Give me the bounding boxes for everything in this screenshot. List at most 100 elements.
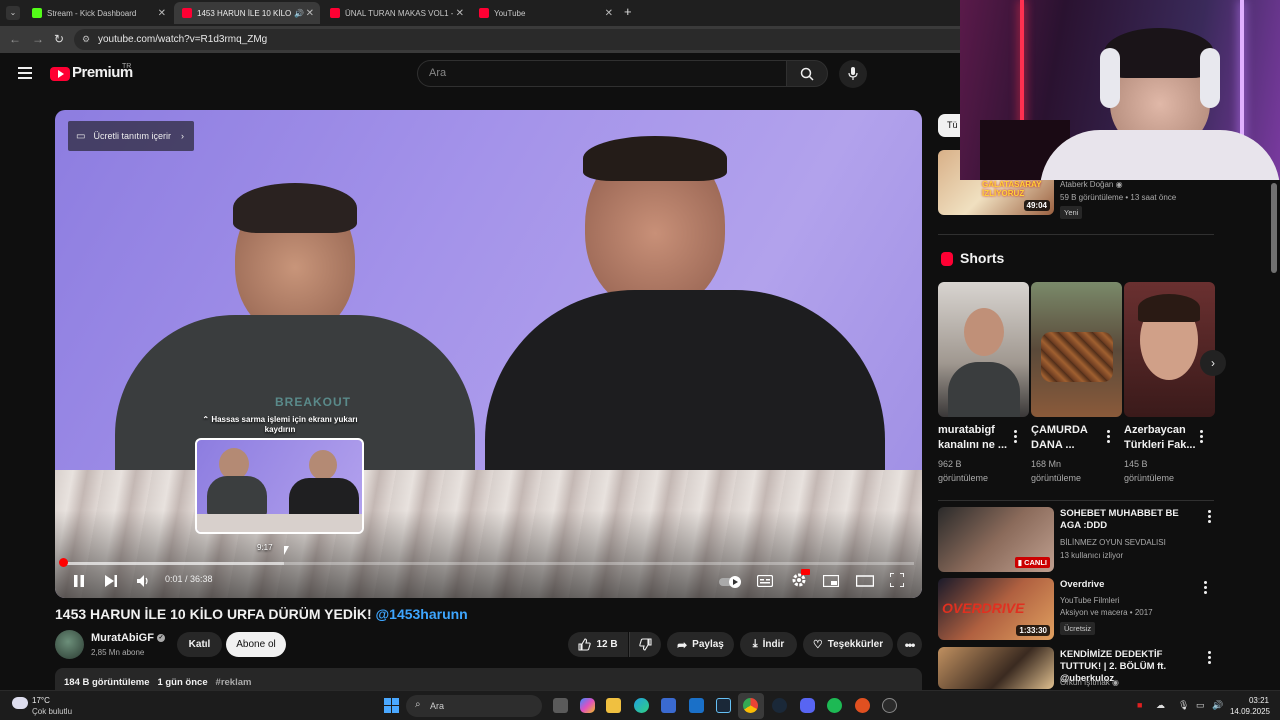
like-button[interactable]: 12 B: [568, 632, 628, 657]
hashtag-link[interactable]: #reklam: [216, 677, 252, 688]
store-icon[interactable]: [661, 698, 676, 713]
youtube-logo-icon[interactable]: [50, 67, 70, 81]
video-thumbnail[interactable]: ▮ CANLI: [938, 507, 1054, 572]
more-actions-button[interactable]: •••: [897, 632, 922, 657]
clock-date[interactable]: 14.09.2025: [1226, 707, 1270, 716]
new-tab-button[interactable]: +: [624, 4, 632, 19]
more-vertical-icon[interactable]: [1200, 430, 1203, 445]
next-button[interactable]: [105, 574, 117, 592]
steam-icon[interactable]: [716, 698, 731, 713]
tab-kick-dashboard[interactable]: Stream - Kick Dashboard ✕: [24, 2, 172, 24]
short-thumbnail[interactable]: [1031, 282, 1122, 417]
tab-unal-turan[interactable]: ÜNAL TURAN MAKAS VOL1 - Y ✕: [322, 2, 470, 24]
autoplay-toggle[interactable]: [719, 575, 743, 593]
discord-icon[interactable]: [800, 698, 815, 713]
video-channel[interactable]: BİLİNMEZ OYUN SEVDALISI: [1060, 537, 1166, 549]
video-title[interactable]: Overdrive: [1060, 579, 1104, 591]
tab-youtube[interactable]: YouTube ✕: [471, 2, 619, 24]
short-thumbnail[interactable]: [938, 282, 1029, 417]
tab-label: ÜNAL TURAN MAKAS VOL1 - Y: [345, 8, 453, 18]
weather-description[interactable]: Çok bulutlu: [32, 707, 72, 716]
video-meta: 13 kullanıcı izliyor: [1060, 551, 1124, 560]
site-info-icon[interactable]: ⚙: [82, 29, 90, 50]
top-video-channel[interactable]: Ataberk Doğan ◉: [1060, 179, 1123, 191]
video-player[interactable]: BREAKOUT ▭ Ücretli tanıtım içerir › ⌃ Ha…: [55, 110, 922, 598]
task-view-icon[interactable]: [553, 698, 568, 713]
network-icon[interactable]: ▭: [1196, 700, 1205, 711]
close-tab-icon[interactable]: ✕: [158, 8, 166, 19]
spotify-icon[interactable]: [827, 698, 842, 713]
weather-temperature[interactable]: 17°C: [32, 696, 50, 705]
tray-app-icon[interactable]: ☁: [1156, 700, 1165, 711]
chrome-taskbar-button[interactable]: [738, 693, 764, 719]
tab-label: 1453 HARUN İLE 10 KİLO U: [197, 8, 292, 18]
fullscreen-button[interactable]: [889, 572, 905, 592]
app-icon[interactable]: [882, 698, 897, 713]
back-arrow-icon[interactable]: ←: [9, 32, 21, 46]
tab-search-button[interactable]: ⌄: [6, 6, 20, 20]
close-tab-icon[interactable]: ✕: [605, 8, 613, 19]
video-thumbnail[interactable]: OVERDRIVE 1:33:30: [938, 578, 1054, 640]
search-input[interactable]: Ara: [417, 60, 787, 87]
search-button[interactable]: [786, 60, 828, 87]
volume-icon[interactable]: 🔊: [1212, 700, 1223, 711]
video-channel[interactable]: Orkun Işıtmak ◉: [1060, 677, 1119, 689]
subscribe-button[interactable]: Abone ol: [226, 632, 286, 657]
settings-button[interactable]: [791, 569, 810, 593]
short-thumbnail[interactable]: [1124, 282, 1215, 417]
download-icon: ⤓: [752, 638, 758, 650]
paid-promotion-button[interactable]: ▭ Ücretli tanıtım içerir ›: [68, 121, 194, 151]
more-vertical-icon[interactable]: [1204, 581, 1207, 596]
miniplayer-button[interactable]: [822, 574, 840, 592]
close-tab-icon[interactable]: ✕: [306, 8, 314, 19]
page-scrollbar[interactable]: [1271, 183, 1277, 273]
app-icon[interactable]: [855, 698, 870, 713]
more-vertical-icon[interactable]: [1014, 430, 1017, 445]
file-explorer-icon[interactable]: [606, 698, 621, 713]
theater-mode-button[interactable]: [855, 574, 875, 592]
video-channel[interactable]: YouTube Filmleri: [1060, 595, 1119, 607]
copilot-icon[interactable]: [580, 698, 595, 713]
shorts-next-button[interactable]: ›: [1200, 350, 1226, 376]
more-vertical-icon[interactable]: [1208, 510, 1211, 525]
video-title[interactable]: SOHEBET MUHABBET BE AGA :DDD: [1060, 508, 1198, 532]
microphone-icon[interactable]: 🎙: [1178, 700, 1189, 711]
channel-avatar[interactable]: [55, 630, 84, 659]
share-button[interactable]: ➦ Paylaş: [667, 632, 734, 657]
tab-current-video[interactable]: 1453 HARUN İLE 10 KİLO U 🔊 ✕: [174, 2, 320, 24]
volume-button[interactable]: [137, 574, 149, 592]
like-count: 12 B: [596, 639, 618, 650]
short-title[interactable]: muratabigf kanalını ne ...: [938, 423, 1010, 453]
hd-badge-icon: [801, 569, 810, 575]
windows-start-icon[interactable]: [384, 698, 399, 713]
progress-bar[interactable]: [63, 562, 914, 565]
reload-icon[interactable]: ↻: [54, 32, 64, 46]
tray-app-icon[interactable]: ■: [1137, 700, 1142, 710]
subtitles-button[interactable]: [756, 574, 774, 592]
forward-arrow-icon[interactable]: →: [32, 32, 44, 46]
thanks-button[interactable]: ♡ Teşekkürler: [803, 632, 893, 657]
menu-icon[interactable]: [18, 67, 32, 79]
download-button[interactable]: ⤓ İndir: [740, 632, 797, 657]
dislike-button[interactable]: [629, 632, 661, 657]
close-tab-icon[interactable]: ✕: [456, 8, 464, 19]
steam-icon[interactable]: [772, 698, 787, 713]
taskbar-search[interactable]: ⌕ Ara: [406, 695, 542, 717]
video-thumbnail[interactable]: [938, 647, 1054, 689]
pause-button[interactable]: [73, 574, 85, 592]
join-button[interactable]: Katıl: [177, 632, 222, 657]
weather-icon[interactable]: [12, 697, 28, 709]
url-field[interactable]: ⚙ youtube.com/watch?v=R1d3rmq_ZMg: [74, 29, 974, 50]
kick-favicon-icon: [32, 8, 42, 18]
speaker-icon: 🔊: [294, 8, 304, 18]
channel-name[interactable]: MuratAbiGF ✓: [91, 632, 166, 644]
more-vertical-icon[interactable]: [1208, 651, 1211, 666]
edge-icon[interactable]: [634, 698, 649, 713]
short-title[interactable]: ÇAMURDA DANA ...: [1031, 423, 1103, 453]
voice-search-button[interactable]: [839, 60, 867, 88]
title-mention-link[interactable]: @1453harunn: [376, 606, 468, 622]
outlook-icon[interactable]: [689, 698, 704, 713]
clock-time[interactable]: 03:21: [1243, 696, 1269, 705]
short-title[interactable]: Azerbaycan Türkleri Fak...: [1124, 423, 1196, 453]
more-vertical-icon[interactable]: [1107, 430, 1110, 445]
